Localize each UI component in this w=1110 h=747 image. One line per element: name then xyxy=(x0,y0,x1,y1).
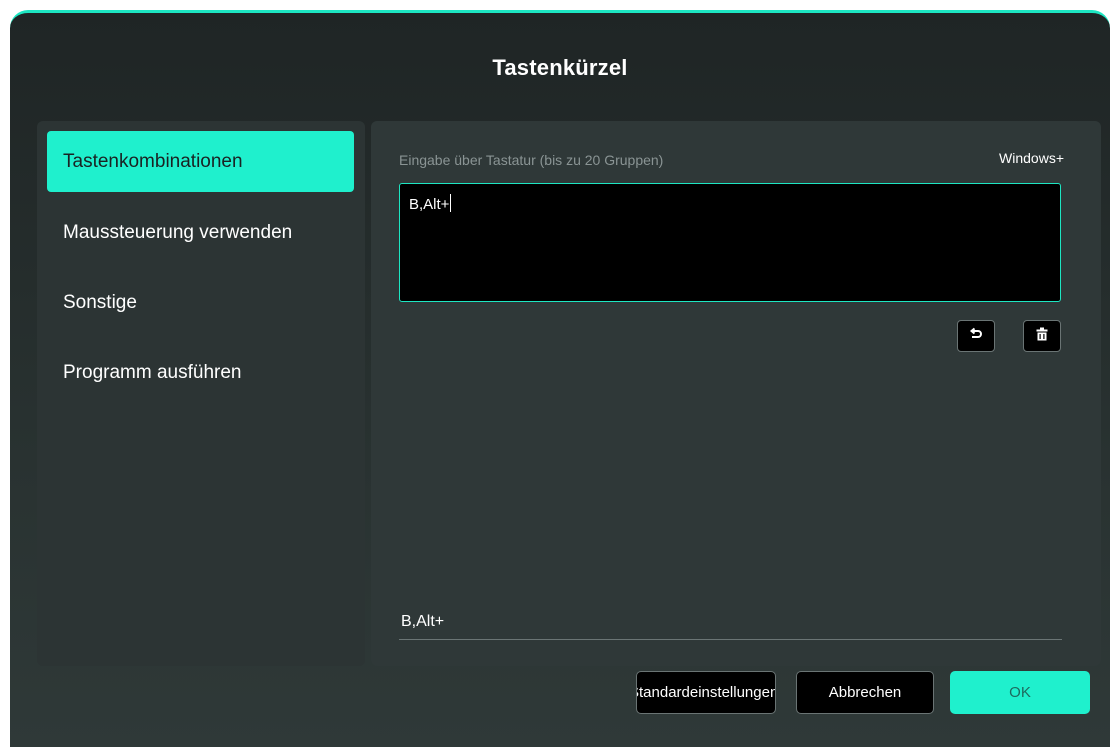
trash-icon xyxy=(1036,327,1048,346)
cancel-button[interactable]: Abbrechen xyxy=(796,671,934,714)
sidebar-item-mouse-control[interactable]: Maussteuerung verwenden xyxy=(47,202,354,263)
shortcut-input-field[interactable]: B,Alt+ xyxy=(399,183,1061,302)
shortcut-result-text: B,Alt+ xyxy=(401,613,445,630)
sidebar: Tastenkombinationen Maussteuerung verwen… xyxy=(37,121,365,666)
sidebar-item-run-program[interactable]: Programm ausführen xyxy=(47,342,354,403)
input-hint: Eingabe über Tastatur (bis zu 20 Gruppen… xyxy=(399,152,664,168)
default-settings-button[interactable]: Standardeinstellungen xyxy=(636,671,776,714)
result-divider xyxy=(399,639,1062,640)
dialog-title: Tastenkürzel xyxy=(492,55,628,80)
delete-button[interactable] xyxy=(1023,320,1061,352)
undo-button[interactable] xyxy=(957,320,995,352)
main-panel: Eingabe über Tastatur (bis zu 20 Gruppen… xyxy=(371,121,1101,666)
shortcut-input-value: B,Alt+ xyxy=(409,196,450,213)
windows-modifier-toggle[interactable]: Windows+ xyxy=(999,150,1064,166)
shortcut-dialog: Tastenkürzel Tastenkombinationen Mausste… xyxy=(10,10,1110,747)
ok-button[interactable]: OK xyxy=(950,671,1090,714)
undo-icon xyxy=(969,327,983,346)
sidebar-item-other[interactable]: Sonstige xyxy=(47,272,354,333)
text-caret xyxy=(450,194,452,212)
sidebar-item-key-combinations[interactable]: Tastenkombinationen xyxy=(47,131,354,192)
